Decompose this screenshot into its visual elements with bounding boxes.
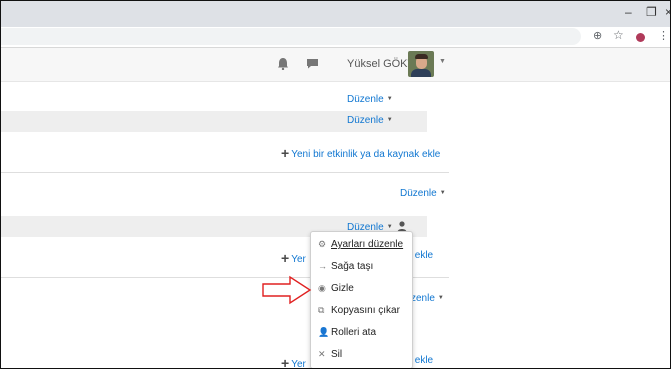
message-icon[interactable] [306,58,319,69]
chevron-down-icon: ▼ [437,295,444,301]
edit-menu-link[interactable]: Düzenle ▼ [347,115,393,126]
plus-icon: + [281,355,290,369]
delete-icon: ✕ [318,349,326,359]
chevron-down-icon: ▼ [386,117,393,123]
menu-item-duplicate[interactable]: ⧉ Kopyasını çıkar [318,305,400,316]
edit-menu-link[interactable]: Düzenle ▼ [347,94,393,105]
menu-item-delete[interactable]: ✕ Sil [318,349,342,360]
plus-icon: + [281,250,290,266]
chevron-down-icon[interactable]: ▼ [439,58,446,65]
star-icon[interactable]: ☆ [613,28,624,42]
chevron-down-icon: ▼ [386,224,393,230]
plus-icon: + [281,145,290,161]
edit-label: zenle [411,293,435,304]
activity-row: Düzenle ▼ [1,111,427,132]
menu-item-label: Ayarları düzenle [331,239,404,250]
menu-item-edit-settings[interactable]: ⚙ Ayarları düzenle [318,239,403,250]
address-bar: ⊕ ☆ ⋮ [1,27,670,48]
add-activity-label: Yer [291,359,306,369]
menu-item-move-right[interactable]: → Sağa taşı [318,261,373,272]
menu-icon[interactable]: ⋮ [658,29,669,42]
bell-icon[interactable] [277,57,289,70]
chevron-down-icon: ▼ [439,190,446,196]
zoom-icon[interactable]: ⊕ [593,29,602,42]
chevron-down-icon: ▼ [386,96,393,102]
assign-roles-icon: 👤 [318,327,330,337]
edit-dropdown-menu: ⚙ Ayarları düzenle → Sağa taşı ◉ Gizle ⧉ Kop… [310,231,413,368]
section-divider [1,172,449,173]
menu-item-hide[interactable]: ◉ Gizle [318,283,354,294]
eye-icon: ◉ [318,283,326,293]
add-activity-link-partial[interactable]: + Yer [281,250,306,266]
copy-icon: ⧉ [318,305,325,315]
add-activity-link-partial[interactable]: + Yer [281,355,306,369]
top-navbar: Yüksel GÖKTAŞ ▼ [1,48,670,82]
add-activity-label: Yer [291,254,306,265]
edit-menu-link-partial[interactable]: zenle ▼ [411,293,444,304]
annotation-arrow-icon [262,275,312,305]
edit-menu-link[interactable]: Düzenle ▼ [400,188,446,199]
menu-item-label: Gizle [331,283,354,294]
title-bar: – ❐ × [1,1,670,27]
browser-window: – ❐ × ⊕ ☆ ⋮ Yüksel GÖKTAŞ ▼ Düzenle▼ Düz… [0,0,671,369]
add-activity-link[interactable]: + Yeni bir etkinlik ya da kaynak ekle [281,145,440,161]
url-field[interactable] [1,28,581,45]
avatar[interactable] [408,51,434,77]
arrow-right-icon: → [318,261,327,271]
add-activity-label: Yeni bir etkinlik ya da kaynak ekle [291,149,441,160]
edit-label: Düzenle [400,188,437,199]
edit-label: Düzenle [347,115,384,126]
menu-item-assign-roles[interactable]: 👤 Rolleri ata [318,327,376,338]
close-button[interactable]: × [665,5,670,19]
restore-button[interactable]: ❐ [646,5,657,19]
menu-item-label: Sil [331,349,343,360]
minimize-button[interactable]: – [625,5,632,19]
edit-label: Düzenle [347,94,384,105]
menu-item-label: Sağa taşı [331,261,374,272]
menu-item-label: Kopyasını çıkar [331,305,400,316]
extension-icon[interactable] [636,33,645,42]
menu-item-label: Rolleri ata [331,327,377,338]
gear-icon: ⚙ [318,239,327,249]
